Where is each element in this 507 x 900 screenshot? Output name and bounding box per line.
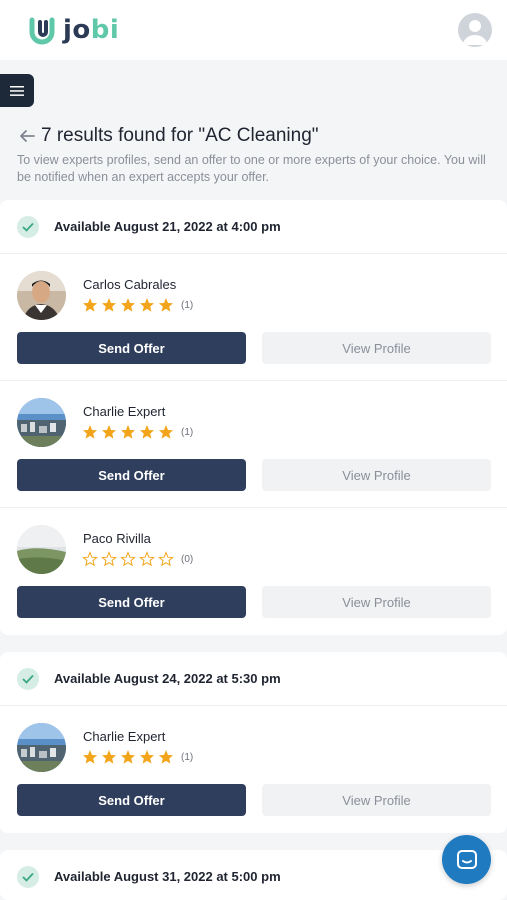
expert-row: Charlie Expert (1) Send Offer View Profi… <box>0 706 507 833</box>
star-outline-icon <box>158 551 174 567</box>
view-profile-button[interactable]: View Profile <box>262 332 491 364</box>
expert-row: Paco Rivilla (0) Send Offer View Profile <box>0 508 507 635</box>
availability-label: Available August 31, 2022 at 5:00 pm <box>54 869 281 884</box>
expert-name[interactable]: Carlos Cabrales <box>83 277 176 292</box>
availability-header: Available August 21, 2022 at 4:00 pm <box>0 200 507 254</box>
availability-card: Available August 21, 2022 at 4:00 pm Car… <box>0 200 507 635</box>
expert-name[interactable]: Paco Rivilla <box>83 531 151 546</box>
check-icon <box>17 865 39 888</box>
send-offer-button[interactable]: Send Offer <box>17 332 246 364</box>
user-avatar-icon[interactable] <box>458 13 492 47</box>
arrow-left-icon[interactable] <box>17 126 37 146</box>
availability-label: Available August 21, 2022 at 4:00 pm <box>54 219 281 234</box>
check-icon <box>17 215 39 238</box>
logo-mark-icon <box>29 17 55 45</box>
availability-header: Available August 24, 2022 at 5:30 pm <box>0 652 507 706</box>
check-icon <box>17 667 39 690</box>
review-count: (1) <box>181 299 194 311</box>
expert-avatar[interactable] <box>17 271 66 320</box>
availability-card: Available August 31, 2022 at 5:00 pm <box>0 850 507 900</box>
send-offer-button[interactable]: Send Offer <box>17 459 246 491</box>
star-filled-icon <box>102 750 116 764</box>
expert-row: Charlie Expert (1) Send Offer View Profi… <box>0 381 507 508</box>
rating-stars: (0) <box>82 551 193 567</box>
results-header: 7 results found for "AC Cleaning" To vie… <box>17 124 497 186</box>
star-filled-icon <box>159 750 173 764</box>
star-filled-icon <box>121 750 135 764</box>
star-outline-icon <box>120 551 136 567</box>
view-profile-button[interactable]: View Profile <box>262 459 491 491</box>
availability-card: Available August 24, 2022 at 5:30 pm Cha… <box>0 652 507 833</box>
star-filled-icon <box>140 298 154 312</box>
availability-header: Available August 31, 2022 at 5:00 pm <box>0 850 507 900</box>
star-filled-icon <box>121 298 135 312</box>
expert-avatar[interactable] <box>17 525 66 574</box>
expert-name[interactable]: Charlie Expert <box>83 729 165 744</box>
review-count: (0) <box>181 553 194 565</box>
star-filled-icon <box>83 425 97 439</box>
logo-text: jobi <box>63 15 120 45</box>
star-filled-icon <box>83 750 97 764</box>
star-filled-icon <box>83 298 97 312</box>
expert-row: Carlos Cabrales (1) Send Offer View Prof… <box>0 254 507 381</box>
rating-stars: (1) <box>82 749 193 765</box>
hamburger-icon <box>10 85 24 96</box>
rating-stars: (1) <box>82 297 193 313</box>
star-outline-icon <box>101 551 117 567</box>
expert-avatar[interactable] <box>17 723 66 772</box>
star-filled-icon <box>140 750 154 764</box>
chat-button[interactable] <box>442 835 491 884</box>
star-outline-icon <box>139 551 155 567</box>
rating-stars: (1) <box>82 424 193 440</box>
chat-icon <box>456 849 477 869</box>
page-subtitle: To view experts profiles, send an offer … <box>17 153 486 184</box>
send-offer-button[interactable]: Send Offer <box>17 784 246 816</box>
star-filled-icon <box>159 425 173 439</box>
top-bar: jobi <box>0 0 507 60</box>
view-profile-button[interactable]: View Profile <box>262 586 491 618</box>
jobi-logo[interactable]: jobi <box>26 12 119 48</box>
page-title: 7 results found for "AC Cleaning" <box>41 125 319 146</box>
send-offer-button[interactable]: Send Offer <box>17 586 246 618</box>
expert-name[interactable]: Charlie Expert <box>83 404 165 419</box>
menu-button[interactable] <box>0 74 34 107</box>
review-count: (1) <box>181 426 194 438</box>
star-filled-icon <box>102 298 116 312</box>
star-filled-icon <box>159 298 173 312</box>
view-profile-button[interactable]: View Profile <box>262 784 491 816</box>
expert-avatar[interactable] <box>17 398 66 447</box>
star-filled-icon <box>102 425 116 439</box>
star-filled-icon <box>121 425 135 439</box>
review-count: (1) <box>181 751 194 763</box>
star-filled-icon <box>140 425 154 439</box>
availability-label: Available August 24, 2022 at 5:30 pm <box>54 671 281 686</box>
star-outline-icon <box>82 551 98 567</box>
